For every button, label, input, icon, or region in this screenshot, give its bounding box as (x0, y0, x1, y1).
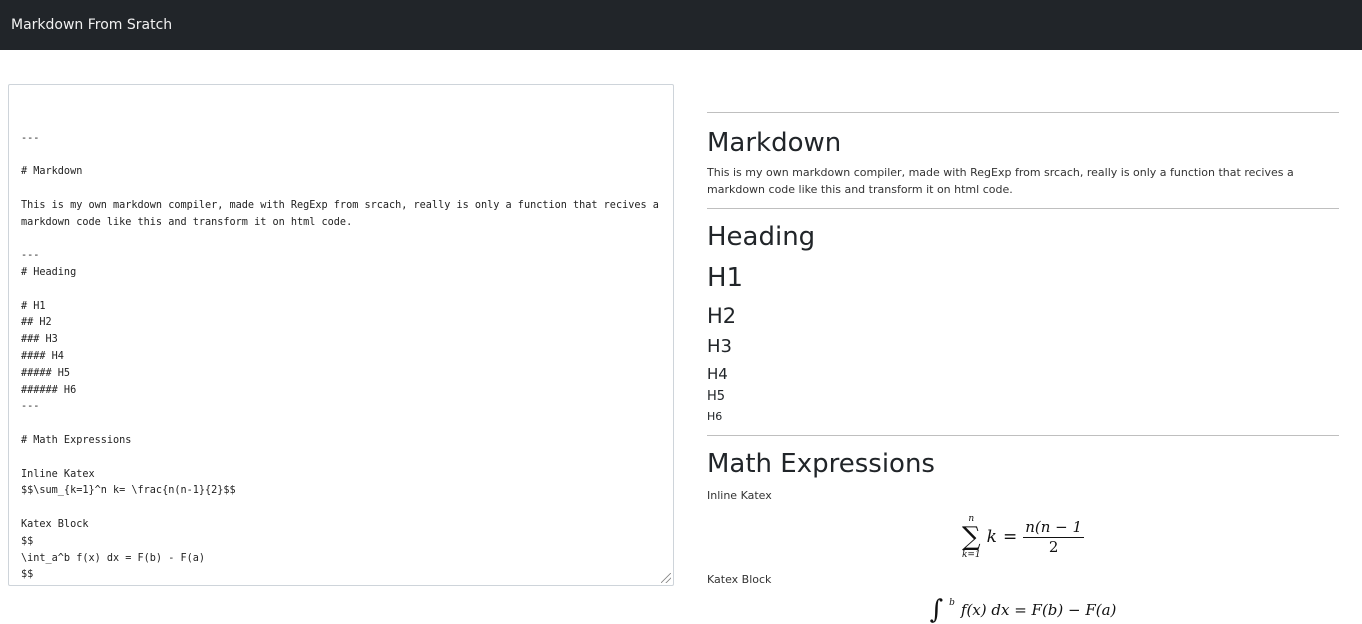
editor-line: ## H2 (21, 317, 52, 329)
preview-h2: H2 (707, 304, 737, 328)
editor-line: Katex Block (21, 518, 89, 530)
editor-line: This is my own markdown compiler, made w… (21, 199, 659, 228)
preview-heading-heading: Heading (707, 222, 816, 252)
editor-line: \int_a^b f(x) dx = F(b) - F(a) (21, 552, 206, 564)
editor-line: ### H3 (21, 334, 58, 346)
editor-line: --- (21, 401, 40, 413)
editor-line: # H1 (21, 300, 46, 312)
fraction: n(n − 1 2 (1023, 517, 1085, 556)
preview-h1: H1 (707, 263, 744, 293)
preview-h6: H6 (707, 410, 723, 423)
editor-line: $$ (21, 535, 34, 547)
preview-h4: H4 (707, 365, 728, 383)
editor-line: # Markdown (21, 166, 83, 178)
preview-heading-markdown: Markdown (707, 128, 842, 158)
sum-formula: n ∑ k=1 k = n(n − 1 2 (961, 514, 1085, 560)
editor-line: --- (21, 132, 40, 144)
resize-handle-icon[interactable] (661, 573, 671, 583)
editor-line: #### H4 (21, 350, 64, 362)
app-title[interactable]: Markdown From Sratch (11, 17, 172, 33)
preview-paragraph: This is my own markdown compiler, made w… (707, 166, 1294, 196)
divider (707, 435, 1339, 436)
editor-line: # Heading (21, 266, 77, 278)
editor-line: Inline Katex (21, 468, 95, 480)
editor-line: $$\sum_{k=1}^n k= \frac{n(n-1}{2}$$ (21, 485, 236, 497)
editor-line: --- (21, 250, 40, 262)
preview-h3: H3 (707, 336, 732, 357)
divider (707, 208, 1339, 209)
markdown-editor-textarea[interactable]: --- # Markdown This is my own markdown c… (8, 84, 674, 586)
editor-line: ##### H5 (21, 367, 71, 379)
preview-heading-math: Math Expressions (707, 449, 935, 479)
editor-line: ###### H6 (21, 384, 77, 396)
summation: n ∑ k=1 (961, 514, 981, 560)
katex-block-label: Katex Block (707, 573, 772, 586)
navbar: Markdown From Sratch (0, 0, 1362, 50)
preview-h5: H5 (707, 389, 726, 404)
divider (707, 112, 1339, 113)
editor-line: $$ (21, 569, 34, 581)
editor-line: # Math Expressions (21, 434, 132, 446)
integral-formula: ∫ b f(x) dx = F(b) − F(a) (929, 595, 1117, 624)
inline-katex-label: Inline Katex (707, 489, 772, 502)
editor-content: --- # Markdown This is my own markdown c… (21, 131, 661, 585)
html-preview: Markdown This is my own markdown compile… (707, 112, 1339, 624)
